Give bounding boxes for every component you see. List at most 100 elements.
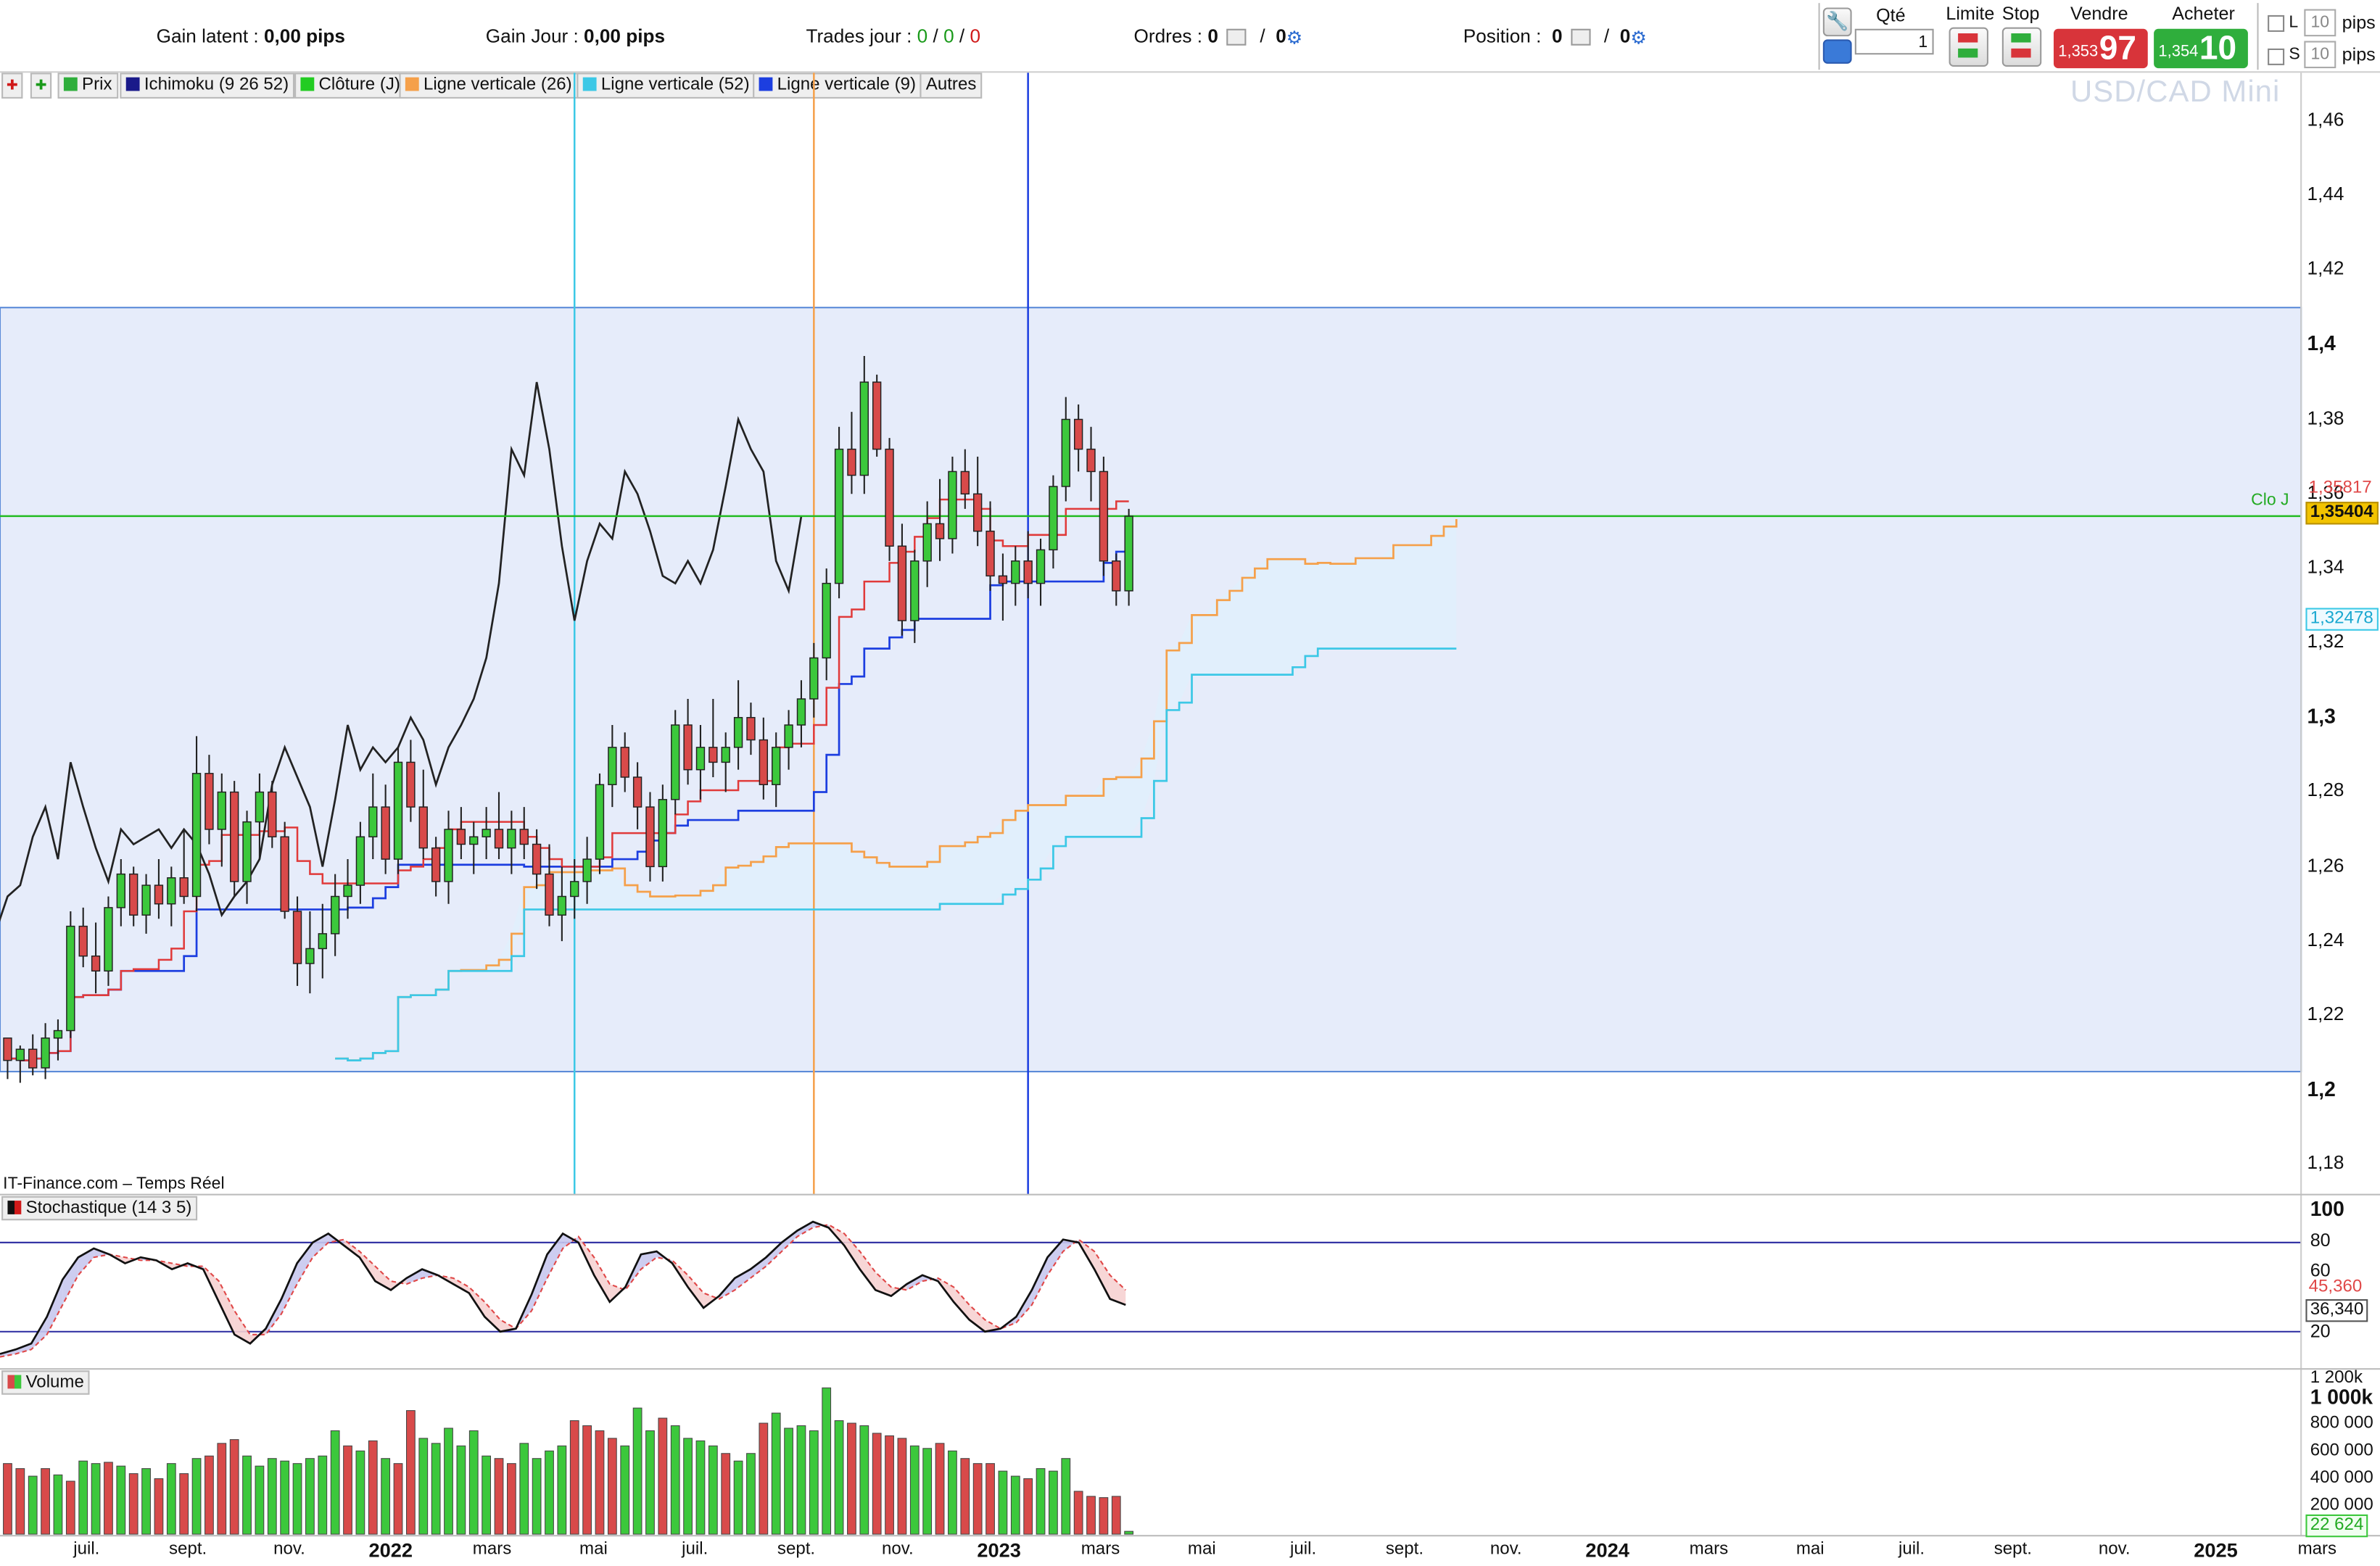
candle (645, 806, 655, 868)
time-tick-label: sept. (169, 1540, 207, 1559)
volume-bar (670, 1425, 680, 1535)
trading-chart-window: Gain latent : 0,00 pips Gain Jour : 0,00… (0, 0, 2380, 1566)
time-tick-label: sept. (777, 1540, 816, 1559)
stoch-fill (1047, 1239, 1064, 1275)
volume-bar (217, 1443, 227, 1535)
candle (935, 523, 945, 539)
candle (620, 747, 629, 778)
stoch-d-tag: 45,360 (2308, 1277, 2363, 1296)
price-tick-label: 1,46 (2307, 109, 2344, 130)
volume-bar (393, 1463, 403, 1535)
candle (191, 773, 202, 898)
volume-bar (482, 1455, 492, 1535)
volume-bar (267, 1458, 277, 1535)
candle (507, 829, 516, 849)
volume-bar (595, 1430, 605, 1535)
candle (355, 836, 365, 886)
stoch-axis-100: 100 (2310, 1197, 2344, 1221)
volume-bar (116, 1465, 126, 1535)
volume-bar (91, 1463, 101, 1535)
instrument-watermark: USD/CAD Mini (2070, 75, 2281, 109)
volume-bar (885, 1435, 894, 1535)
volume-bar (746, 1453, 756, 1535)
candle (41, 1037, 50, 1069)
candle (1049, 486, 1058, 551)
candle (545, 873, 554, 916)
candle (280, 836, 289, 912)
volume-bar (822, 1387, 832, 1535)
tab-stochastique[interactable]: Stochastique (14 3 5) (1, 1196, 198, 1221)
time-tick-label: mars (1689, 1540, 1729, 1559)
candle (242, 821, 252, 882)
price-chart[interactable] (0, 0, 2380, 1566)
time-tick-label: juil. (1898, 1540, 1925, 1559)
candle (834, 448, 844, 584)
candle (570, 881, 579, 898)
volume-bar (255, 1465, 265, 1535)
candle (772, 747, 781, 785)
candle (91, 955, 101, 972)
volume-bar (972, 1463, 983, 1535)
candle (292, 911, 302, 964)
volume-bar (796, 1425, 806, 1535)
time-tick-label: 2025 (2194, 1538, 2238, 1562)
volume-bar (53, 1474, 63, 1535)
volume-bar (1049, 1470, 1058, 1535)
price-tick-label: 1,32 (2307, 631, 2344, 652)
candle (129, 873, 139, 916)
candle (986, 530, 995, 577)
tab-volume[interactable]: Volume (1, 1370, 91, 1395)
candle (922, 523, 932, 562)
volume-tag: 22 624 (2305, 1514, 2368, 1538)
candle (695, 747, 706, 771)
volume-bar (506, 1463, 516, 1535)
volume-bar (166, 1463, 176, 1535)
volume-bar (771, 1412, 781, 1535)
time-tick-label: juil. (682, 1540, 708, 1559)
volume-bar (381, 1458, 391, 1535)
time-tick-label: mai (1187, 1540, 1216, 1559)
volume-bar (242, 1455, 252, 1535)
stoch-fill (297, 1242, 313, 1285)
candle (972, 493, 983, 532)
vol-axis-1200k: 1 200k (2310, 1369, 2363, 1388)
price-tick-label: 1,26 (2307, 854, 2344, 876)
volume-bar (1086, 1496, 1096, 1535)
candle (255, 791, 265, 823)
candle (532, 843, 542, 875)
candle (305, 948, 315, 964)
volume-bar (128, 1473, 139, 1535)
time-tick-label: mars (2297, 1540, 2337, 1559)
price-range-band (0, 307, 2302, 1073)
candle (330, 895, 340, 935)
time-tick-label: mai (579, 1540, 608, 1559)
volume-bar (721, 1453, 731, 1535)
time-tick-label: mars (472, 1540, 512, 1559)
volume-bar (784, 1428, 793, 1535)
volume-bar (15, 1468, 25, 1535)
volume-bar (872, 1433, 882, 1535)
close-line-label: Clo J (2251, 491, 2289, 510)
volume-bar (431, 1443, 441, 1535)
volume-bar (229, 1439, 239, 1535)
candle (519, 829, 529, 845)
candle (53, 1030, 63, 1039)
volume-bar (545, 1450, 554, 1535)
volume-bar (1099, 1497, 1109, 1535)
price-tick-label: 1,22 (2307, 1003, 2344, 1025)
price-tick-label: 1,4 (2307, 332, 2336, 356)
volume-bar (847, 1422, 856, 1535)
candle (872, 381, 882, 450)
candle (1011, 560, 1020, 584)
vol-axis-400k: 400 000 (2310, 1469, 2373, 1488)
price-tick-label: 1,38 (2307, 407, 2344, 428)
volume-bar (204, 1455, 214, 1535)
candle (230, 791, 239, 882)
volume-bar (695, 1440, 706, 1535)
volume-bar (582, 1425, 592, 1535)
candle (368, 806, 378, 837)
candle (381, 806, 390, 860)
volume-bar (1073, 1491, 1083, 1535)
candle (847, 448, 856, 476)
volume-bar (532, 1458, 542, 1535)
